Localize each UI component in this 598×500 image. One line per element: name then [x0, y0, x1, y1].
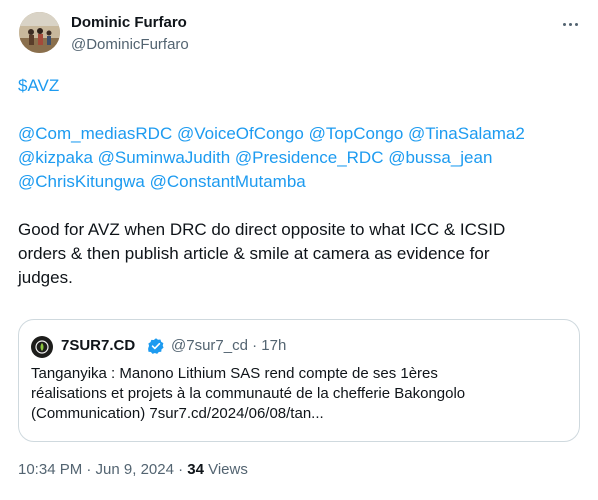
- quote-text-line: réalisations et projets à la communauté …: [31, 385, 466, 402]
- quote-avatar[interactable]: [31, 336, 53, 358]
- mentions-line[interactable]: @Com_mediasRDC @VoiceOfCongo @TopCongo @…: [18, 122, 578, 146]
- cashtag-link[interactable]: $AVZ: [18, 74, 578, 98]
- tweet-meta: 10:34 PM · Jun 9, 2024 · 34 Views: [18, 461, 248, 478]
- quote-text-line: Tanganyika : Manono Lithium SAS rend com…: [31, 365, 438, 382]
- logo-icon: [35, 340, 49, 354]
- tweet-card: Dominic Furfaro @DominicFurfaro $AVZ @Co…: [0, 0, 598, 500]
- tweet-body-line: orders & then publish article & smile at…: [18, 244, 490, 263]
- author-handle[interactable]: @DominicFurfaro: [71, 36, 189, 53]
- tweet-body-line: judges.: [18, 268, 73, 287]
- quoted-tweet[interactable]: 7SUR7.CD @7sur7_cd · 17h Tanganyika : Ma…: [18, 319, 580, 442]
- tweet-body-line: Good for AVZ when DRC do direct opposite…: [18, 220, 506, 239]
- mentions-line[interactable]: @kizpaka @SuminwaJudith @Presidence_RDC …: [18, 146, 578, 170]
- tweet-text: $AVZ @Com_mediasRDC @VoiceOfCongo @TopCo…: [18, 74, 578, 290]
- quote-handle-time: @7sur7_cd · 17h: [171, 337, 287, 354]
- author-name[interactable]: Dominic Furfaro: [71, 14, 187, 31]
- mentions-line[interactable]: @ChrisKitungwa @ConstantMutamba: [18, 170, 578, 194]
- views-label: Views: [203, 461, 248, 478]
- more-options-icon[interactable]: [558, 14, 582, 34]
- quote-text: Tanganyika : Manono Lithium SAS rend com…: [31, 364, 567, 424]
- quote-text-line: (Communication) 7sur7.cd/2024/06/08/tan.…: [31, 405, 324, 422]
- author-avatar[interactable]: [19, 12, 60, 53]
- verified-badge-icon: [148, 338, 164, 354]
- timestamp-link[interactable]: 10:34 PM · Jun 9, 2024 ·: [18, 461, 187, 478]
- views-count: 34: [187, 461, 204, 478]
- quote-author-name[interactable]: 7SUR7.CD: [61, 337, 135, 354]
